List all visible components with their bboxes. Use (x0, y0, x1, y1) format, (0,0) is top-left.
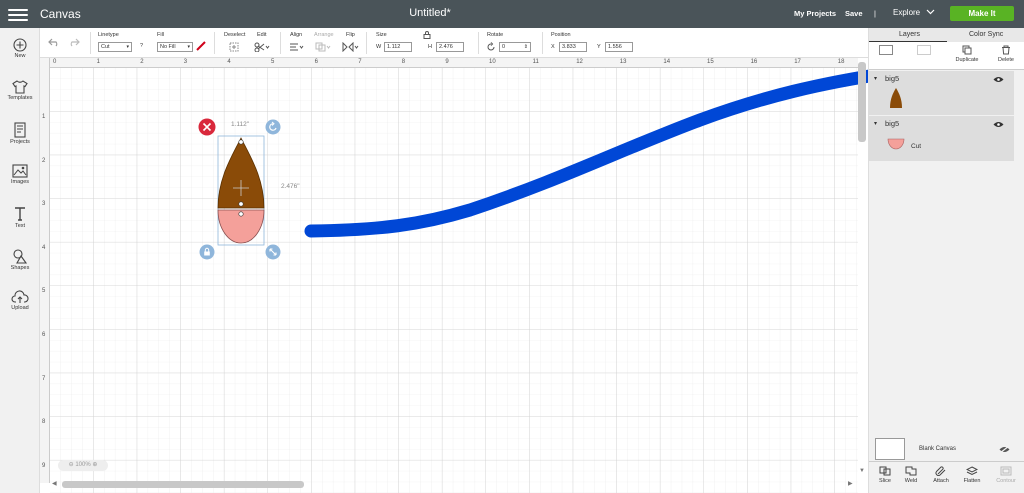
eye-icon[interactable] (993, 76, 1004, 83)
layer-group[interactable]: ▾ big5 Cut (869, 116, 1014, 161)
teardrop-shape-brown[interactable] (217, 137, 265, 209)
vertical-scrollbar[interactable] (858, 62, 866, 142)
zoom-level: 100% (75, 462, 91, 468)
annotation-arrow (304, 63, 917, 238)
resize-handle[interactable] (265, 244, 281, 260)
height-dimension-label: 2.476" (281, 183, 300, 190)
contour-icon (1000, 466, 1012, 476)
contour-label: Contour (996, 478, 1016, 484)
zoom-in-icon[interactable]: ⊕ (92, 462, 97, 468)
layer-thumbnail-brown (890, 88, 902, 108)
panel-tabs: Layers Color Sync (869, 28, 1024, 42)
attach-label: Attach (933, 478, 949, 484)
path-node[interactable] (238, 201, 244, 207)
delete-button[interactable]: Delete (991, 45, 1021, 63)
width-dimension-label: 1.112" (231, 121, 250, 128)
flatten-label: Flatten (963, 478, 981, 484)
rotate-handle[interactable] (265, 119, 281, 135)
layer-actions: Duplicate Delete (869, 42, 1024, 70)
delete-handle[interactable] (198, 118, 216, 136)
path-node[interactable] (238, 211, 244, 217)
scroll-down-icon[interactable]: ▼ (859, 468, 865, 474)
expand-caret-icon[interactable]: ▾ (874, 120, 877, 127)
eye-hidden-icon[interactable] (999, 445, 1010, 454)
layer-group-name[interactable]: big5 (885, 74, 899, 83)
slice-label: Slice (879, 478, 891, 484)
paperclip-icon (935, 466, 946, 476)
group-icon[interactable] (879, 45, 893, 55)
duplicate-button[interactable]: Duplicate (949, 45, 985, 63)
flatten-icon (965, 466, 979, 476)
horizontal-scrollbar[interactable] (62, 481, 304, 488)
tab-color-sync[interactable]: Color Sync (969, 31, 1003, 38)
duplicate-icon (962, 45, 972, 55)
weld-icon (905, 466, 917, 476)
layer-child-label: Cut (911, 143, 922, 150)
trash-icon (1002, 45, 1010, 55)
zoom-out-icon[interactable]: ⊖ (69, 462, 74, 468)
layer-thumbnail-pink (887, 138, 905, 150)
blank-canvas-label: Blank Canvas (919, 446, 957, 452)
delete-label: Delete (998, 57, 1014, 63)
layer-group-name[interactable]: big5 (885, 119, 899, 128)
bottom-tools: Slice Weld Attach Flatten Contour (869, 461, 1024, 493)
scroll-right-icon[interactable]: ▶ (848, 480, 853, 487)
lock-handle[interactable] (199, 244, 215, 260)
layer-group[interactable]: ▾ big5 (869, 71, 1014, 115)
contour-button[interactable]: Contour (991, 466, 1021, 484)
slice-button[interactable]: Slice (873, 466, 897, 484)
lock-icon (204, 251, 210, 256)
expand-caret-icon[interactable]: ▾ (874, 75, 877, 82)
path-node[interactable] (238, 139, 244, 145)
weld-label: Weld (904, 478, 918, 484)
blank-canvas-swatch[interactable] (875, 438, 905, 460)
weld-button[interactable]: Weld (899, 466, 923, 484)
ungroup-icon[interactable] (917, 45, 931, 55)
flatten-button[interactable]: Flatten (957, 466, 987, 484)
attach-button[interactable]: Attach (927, 466, 955, 484)
layers-panel: Layers Color Sync Duplicate Delete ▾ big… (868, 28, 1024, 493)
slice-icon (879, 466, 891, 476)
tab-layers[interactable]: Layers (899, 31, 920, 38)
duplicate-label: Duplicate (955, 57, 979, 63)
eye-icon[interactable] (993, 121, 1004, 128)
zoom-control[interactable]: ⊖ 100% ⊕ (58, 460, 108, 471)
scroll-left-icon[interactable]: ◀ (52, 480, 57, 487)
